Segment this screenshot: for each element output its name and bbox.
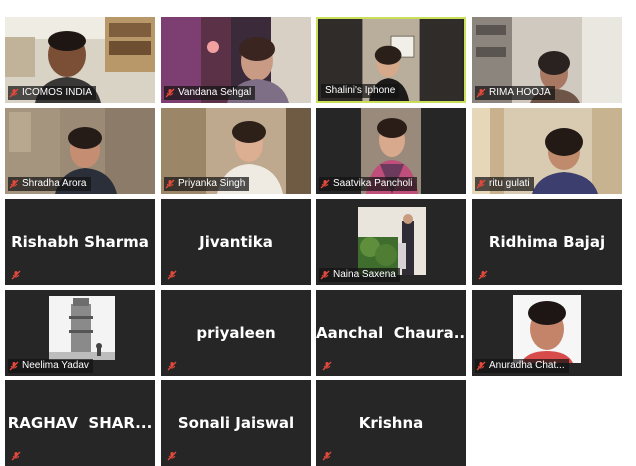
participant-name-label: Shalini's Iphone (321, 84, 400, 98)
profile-photo (513, 295, 581, 363)
participant-display-name: Aanchal Chaura... (316, 324, 466, 342)
participant-name-label: RIMA HOOJA (475, 86, 555, 100)
participant-tile-krishna[interactable]: Krishna (316, 380, 466, 466)
mic-off-icon (9, 179, 19, 189)
participant-tile-sonali-jaiswal[interactable]: Sonali Jaiswal (161, 380, 311, 466)
mic-off-icon (9, 88, 19, 98)
participant-tile-shalinis-iphone[interactable]: Shalini's Iphone (316, 17, 466, 103)
participant-name-label: Anuradha Chat... (475, 359, 569, 373)
participant-name-label: Naina Saxena (319, 268, 400, 282)
participant-tile-priyanka-singh[interactable]: Priyanka Singh (161, 108, 311, 194)
participant-tile-icomos-india[interactable]: ICOMOS INDIA (5, 17, 155, 103)
mic-off-icon (320, 179, 330, 189)
participant-display-name: Sonali Jaiswal (177, 414, 295, 432)
participant-display-name: Jivantika (199, 233, 273, 251)
participant-name-label: Shradha Arora (8, 177, 91, 191)
participant-tile-saatvika-pancholi[interactable]: Saatvika Pancholi (316, 108, 466, 194)
participant-display-name: priyaleen (196, 324, 276, 342)
participant-name-label: ICOMOS INDIA (8, 86, 97, 100)
participant-name-label: Priyanka Singh (164, 177, 250, 191)
mic-off-icon (167, 270, 177, 280)
mic-off-icon (476, 88, 486, 98)
participant-name-label: Saatvika Pancholi (319, 177, 417, 191)
participant-tile-aanchal-chaura[interactable]: Aanchal Chaura... (316, 290, 466, 376)
participant-tile-rima-hooja[interactable]: RIMA HOOJA (472, 17, 622, 103)
participant-tile-shradha-arora[interactable]: Shradha Arora (5, 108, 155, 194)
mic-off-icon (320, 270, 330, 280)
participant-name-label: Neelima Yadav (8, 359, 93, 373)
participant-display-name: Ridhima Bajaj (488, 233, 606, 251)
mic-off-icon (9, 361, 19, 371)
mic-off-icon (11, 451, 21, 461)
participant-display-name: RAGHAV SHAR... (7, 414, 153, 432)
participant-display-name: Krishna (358, 414, 424, 432)
mic-off-icon (165, 88, 175, 98)
participant-tile-jivantika[interactable]: Jivantika (161, 199, 311, 285)
mic-off-icon (167, 451, 177, 461)
participant-display-name: Rishabh Sharma (11, 233, 149, 251)
mic-off-icon (165, 179, 175, 189)
participant-tile-vandana-sehgal[interactable]: Vandana Sehgal (161, 17, 311, 103)
participant-name-label: Vandana Sehgal (164, 86, 256, 100)
mic-off-icon (322, 361, 332, 371)
profile-photo (49, 296, 115, 360)
mic-off-icon (167, 361, 177, 371)
participant-tile-raghav-shar[interactable]: RAGHAV SHAR... (5, 380, 155, 466)
profile-photo (358, 207, 426, 275)
mic-off-icon (322, 451, 332, 461)
participant-tile-naina-saxena[interactable]: Naina Saxena (316, 199, 466, 285)
participant-tile-anuradha-chat[interactable]: Anuradha Chat... (472, 290, 622, 376)
mic-off-icon (11, 270, 21, 280)
participant-tile-neelima-yadav[interactable]: Neelima Yadav (5, 290, 155, 376)
participant-tile-priyaleen[interactable]: priyaleen (161, 290, 311, 376)
mic-off-icon (476, 361, 486, 371)
gallery-view: ICOMOS INDIA Vandana Sehgal Shalini's Ip… (0, 0, 636, 466)
participant-tile-ridhima-bajaj[interactable]: Ridhima Bajaj (472, 199, 622, 285)
mic-off-icon (478, 270, 488, 280)
participant-tile-rishabh-sharma[interactable]: Rishabh Sharma (5, 199, 155, 285)
participant-tile-ritu-gulati[interactable]: ritu gulati (472, 108, 622, 194)
mic-off-icon (476, 179, 486, 189)
